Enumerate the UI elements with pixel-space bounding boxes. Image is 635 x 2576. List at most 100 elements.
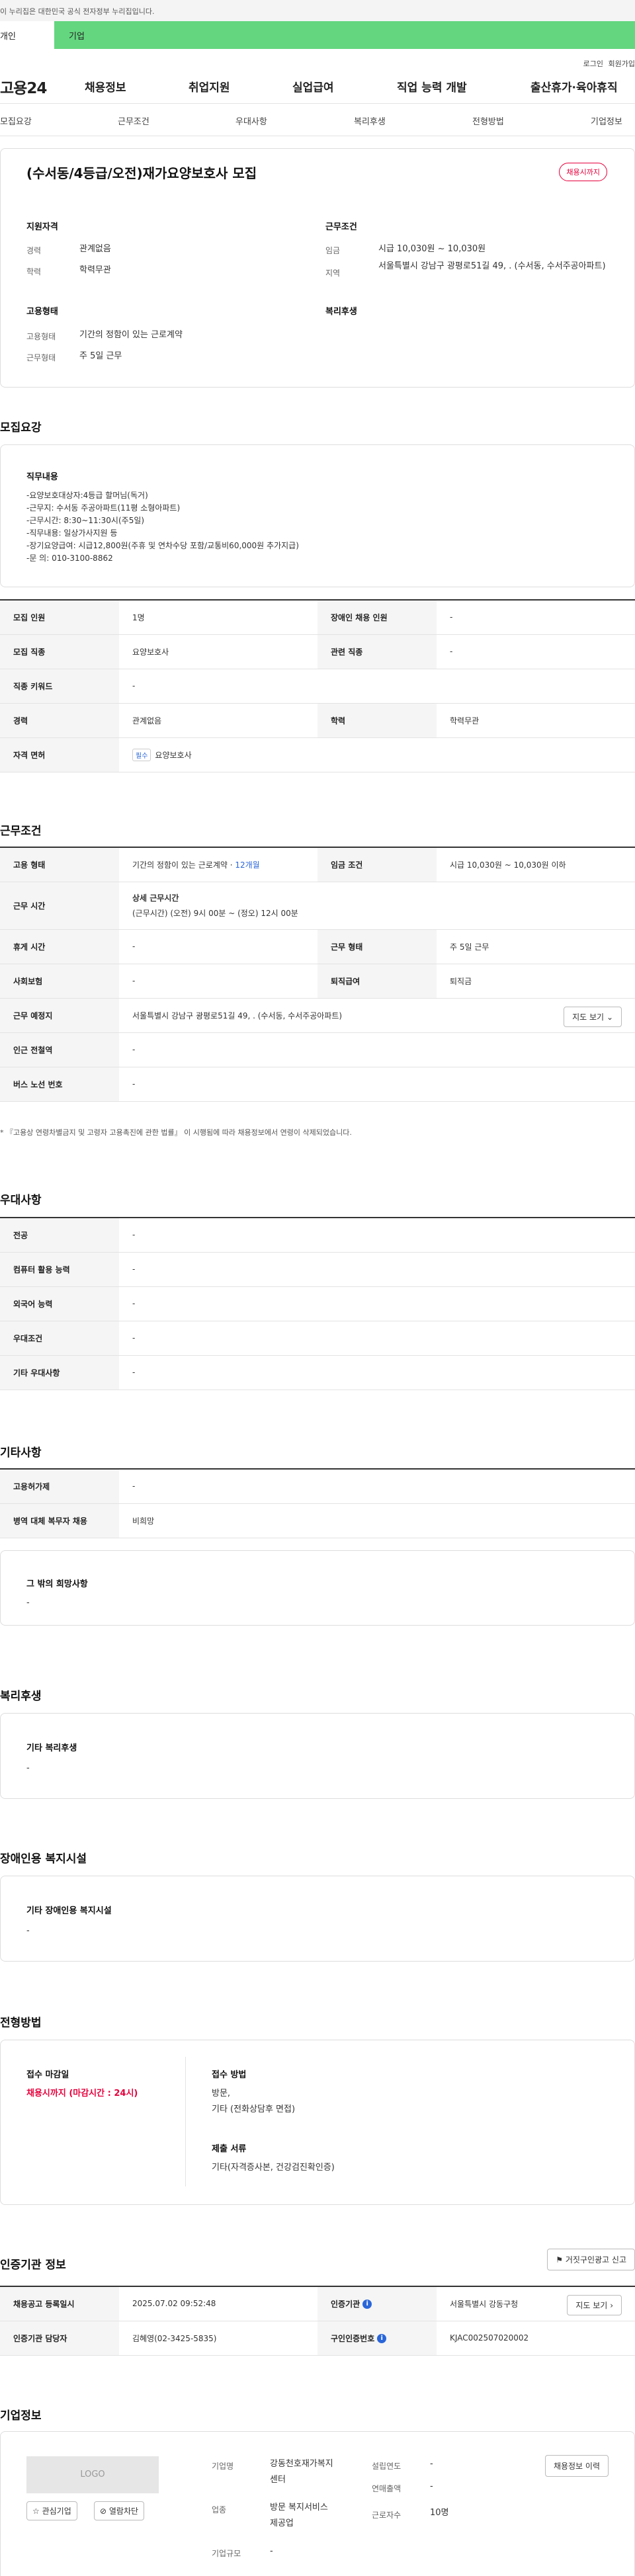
duty-heading: 직무내용 [26,472,58,482]
pref-etc-value: - [119,1355,635,1390]
emp-value: 기간의 정함이 있는 근로계약 · [132,860,235,870]
related-label: 관련 직종 [318,634,437,669]
place-value: 서울특별시 강남구 광평로51길 49, . (수서동, 수서주공아파트) [132,1011,343,1020]
job-history-button[interactable]: 채용정보 이력 [544,2455,609,2477]
career-row-label: 경력 [0,703,119,738]
gnb-item-parental-leave[interactable]: 출산휴가·육아휴직 [530,78,618,95]
major-label: 전공 [0,1218,119,1253]
lang-value: - [119,1286,635,1321]
gnb-item-skills[interactable]: 직업 능력 개발 [397,78,467,95]
count-label: 모집 인원 [0,600,119,635]
duty-line: -직무내용: 일상가사지원 등 [26,528,118,538]
age-notice: * 『고용상 연령차별금지 및 고령자 고용촉진에 관한 법률』 이 시행됨에 … [0,1128,352,1137]
staff-value: 김혜영(02-3425-5835) [119,2321,318,2356]
keyword-label: 직종 키워드 [0,669,119,704]
selection-heading: 전형방법 [0,2016,42,2030]
emp-months: 12개월 [235,860,260,870]
wage-value: 시급 10,030원 ~ 10,030원 [378,244,486,254]
career-label: 경력 [26,246,42,255]
subnav-welfare[interactable]: 복리후생 [354,114,386,127]
tab-personal[interactable]: 개인 [0,21,54,49]
other-table: 고용허가제 - 병역 대체 복무자 채용 비희망 [0,1468,635,1538]
org-label-cell: 인증기관 i [318,2286,437,2321]
area-value: 서울특별시 강남구 광평로51길 49, . (수서동, 수서주공아파트) [378,261,606,271]
pref-etc-label: 기타 우대사항 [0,1355,119,1390]
welfare-value: - [26,1763,30,1773]
welfare-sub: 기타 복리후생 [26,1743,77,1753]
job-value: 요양보호사 [119,634,318,669]
disabled-card [0,1876,635,1962]
table-row: 인증기관 담당자 김혜영(02-3425-5835) 구인인증번호 i KJAC0… [0,2321,635,2356]
org-map-button[interactable]: 지도 보기 › [567,2295,622,2315]
org-value: 서울특별시 강동구청 [450,2299,519,2309]
duty-content: -요양보호대상자:4등급 할머님(독거) -근무지: 수서동 주공아파트(11평… [26,489,609,565]
license-cell: 필수 요양보호사 [119,737,635,772]
table-row: 자격 면허 필수 요양보호사 [0,737,635,772]
rest-label: 휴게 시간 [0,929,119,964]
place-cell: 서울특별시 강남구 광평로51길 49, . (수서동, 수서주공아파트) 지도… [119,998,635,1033]
edu-value: 학력무관 [79,265,111,275]
info-icon[interactable]: i [377,2334,387,2343]
form-label: 근무 형태 [318,929,437,964]
map-button[interactable]: 지도 보기 ⌄ [564,1006,622,1027]
cert-heading: 인증기관 정보 [0,2259,66,2272]
permit-value: - [119,1469,635,1504]
block-icon: ⊘ [100,2507,107,2516]
size-label: 기업규모 [212,2549,241,2558]
code-value: KJAC002507020002 [437,2321,635,2356]
permit-label: 고용허가제 [0,1469,119,1504]
gnb-item-jobs[interactable]: 채용정보 [85,78,126,95]
table-row: 외국어 능력 - [0,1286,635,1321]
chevron-down-icon: ⌄ [606,1012,613,1022]
industry-label: 업종 [212,2505,227,2514]
table-row: 휴게 시간 - 근무 형태 주 5일 근무 [0,929,635,964]
staff-count-value: 10명 [430,2508,449,2518]
recruit-table: 모집 인원 1명 장애인 채용 인원 - 모집 직종 요양보호사 관련 직종 -… [0,599,635,772]
block-view-button[interactable]: ⊘ 열람차단 [94,2501,145,2520]
docs-head: 제출 서류 [212,2144,247,2154]
career-value: 관계없음 [79,244,111,254]
founded-value: - [430,2459,433,2469]
time-value: (근무시간) (오전) 9시 00분 ~ (정오) 12시 00분 [132,909,298,918]
favorite-company-button[interactable]: ☆ 관심기업 [26,2501,77,2520]
industry-value-2: 제공업 [270,2518,294,2528]
gnb-item-unemployment[interactable]: 실업급여 [292,78,334,95]
license-label: 자격 면허 [0,737,119,772]
work-table: 고용 형태 기간의 정함이 있는 근로계약 · 12개월 임금 조건 시급 10… [0,847,635,1102]
table-row: 근무 시간 상세 근무시간 (근무시간) (오전) 9시 00분 ~ (정오) … [0,882,635,930]
edu-label: 학력 [26,267,42,276]
table-row: 컴퓨터 활용 능력 - [0,1252,635,1287]
subnav-work[interactable]: 근무조건 [118,114,149,127]
logo[interactable]: 고용24 [0,75,47,98]
work-conditions-heading: 근무조건 [0,825,42,838]
cert-table: 채용공고 등록일시 2025.07.02 09:52:48 인증기관 i 서울특별… [0,2286,635,2356]
wage-cond-label: 임금 조건 [318,847,437,882]
table-row: 인근 전철역 - [0,1032,635,1067]
count-value: 1명 [119,600,318,635]
block-label: 열람차단 [108,2507,139,2516]
wish-card [0,1550,635,1626]
edu-row-label: 학력 [318,703,437,738]
gnb-item-employment-support[interactable]: 취업지원 [189,78,230,95]
info-icon[interactable]: i [362,2300,372,2309]
code-label: 구인인증번호 [331,2333,375,2343]
disabled-heading: 장애인용 복지시설 [0,1852,87,1866]
gov-banner: 이 누리집은 대한민국 공식 전자정부 누리집입니다. [0,0,635,21]
pref-table: 전공 - 컴퓨터 활용 능력 - 외국어 능력 - 우대조건 - 기타 우대사항… [0,1217,635,1390]
subnav-recruit[interactable]: 모집요강 [0,114,32,127]
tab-company[interactable]: 기업 [54,21,108,49]
welfare-card [0,1713,635,1799]
table-row: 채용공고 등록일시 2025.07.02 09:52:48 인증기관 i 서울특별… [0,2286,635,2321]
subnav-pref[interactable]: 우대사항 [235,114,267,127]
subnav-selection[interactable]: 전형방법 [472,114,504,127]
code-label-cell: 구인인증번호 i [318,2321,437,2356]
form-value: 주 5일 근무 [437,929,635,964]
subnav-company[interactable]: 기업정보 [591,114,622,127]
deadline-value: 채용시까지 (마감시간 : 24시) [26,2089,138,2098]
place-label: 근무 예정지 [0,998,119,1033]
time-label: 근무 시간 [0,882,119,930]
duty-line: -문 의: 010-3100-8862 [26,554,113,563]
favorite-label: 관심기업 [42,2507,71,2516]
report-button[interactable]: ⚑ 거짓구인광고 신고 [547,2249,635,2270]
table-row: 병역 대체 복무자 채용 비희망 [0,1503,635,1538]
